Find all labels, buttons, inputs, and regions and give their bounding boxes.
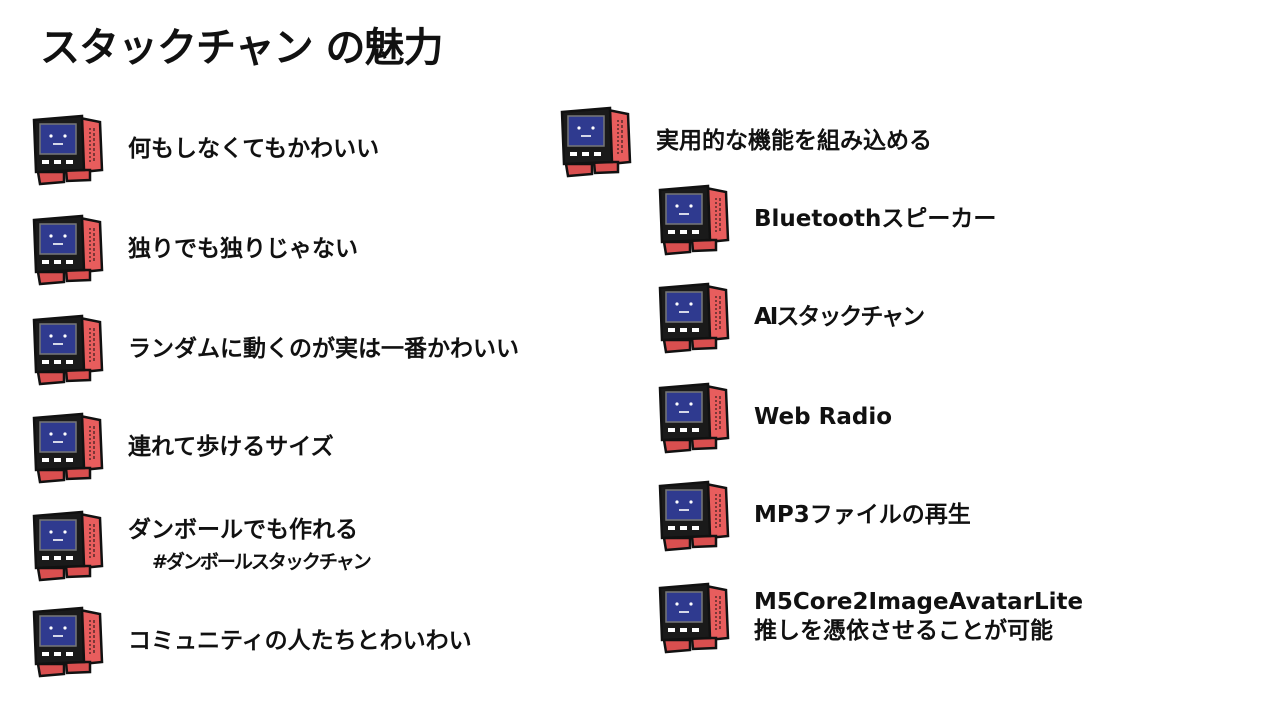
item-label: ダンボールでも作れる #ダンボールスタックチャン [128,516,372,573]
item-label: 独りでも独りじゃない [128,235,358,262]
item-label: Bluetoothスピーカー [754,205,997,232]
item-sublabel: 推しを憑依させることが可能 [754,618,1053,644]
stackchan-robot-icon [32,314,104,386]
right-item-4: M5Core2ImageAvatarLite 推しを憑依させることが可能 [656,580,1083,654]
item-label: AIスタックチャン [754,303,925,330]
item-label: MP3ファイルの再生 [754,501,971,528]
stackchan-robot-icon [658,480,730,552]
item-sublabel: #ダンボールスタックチャン [152,550,372,573]
left-item-1: 独りでも独りじゃない [30,212,358,286]
stackchan-robot-icon [32,510,104,582]
left-item-3: 連れて歩けるサイズ [30,410,334,484]
left-item-4: ダンボールでも作れる #ダンボールスタックチャン [30,508,372,582]
right-item-2: Web Radio [656,380,892,454]
left-item-0: 何もしなくてもかわいい [30,112,379,186]
stackchan-robot-icon [658,582,730,654]
stackchan-robot-icon [32,114,104,186]
stackchan-robot-icon [32,214,104,286]
stackchan-robot-icon [658,382,730,454]
stackchan-robot-icon [658,282,730,354]
item-label: 連れて歩けるサイズ [128,433,334,460]
stackchan-robot-icon [560,106,632,178]
item-label: コミュニティの人たちとわいわい [128,627,472,654]
right-header-label: 実用的な機能を組み込める [656,127,932,154]
item-label: 何もしなくてもかわいい [128,135,380,162]
right-item-1: AIスタックチャン [656,280,925,354]
item-label: Web Radio [754,403,892,430]
stackchan-robot-icon [32,412,104,484]
right-item-3: MP3ファイルの再生 [656,478,971,552]
stackchan-robot-icon [32,606,104,678]
right-item-0: Bluetoothスピーカー [656,182,996,256]
left-item-2: ランダムに動くのが実は一番かわいい [30,312,519,386]
item-label: ランダムに動くのが実は一番かわいい [128,335,519,362]
stackchan-robot-icon [658,184,730,256]
right-header: 実用的な機能を組み込める [558,104,932,178]
item-label: M5Core2ImageAvatarLite 推しを憑依させることが可能 [754,589,1084,644]
left-item-5: コミュニティの人たちとわいわい [30,604,472,678]
slide-title: スタックチャン の魅力 [40,25,444,71]
